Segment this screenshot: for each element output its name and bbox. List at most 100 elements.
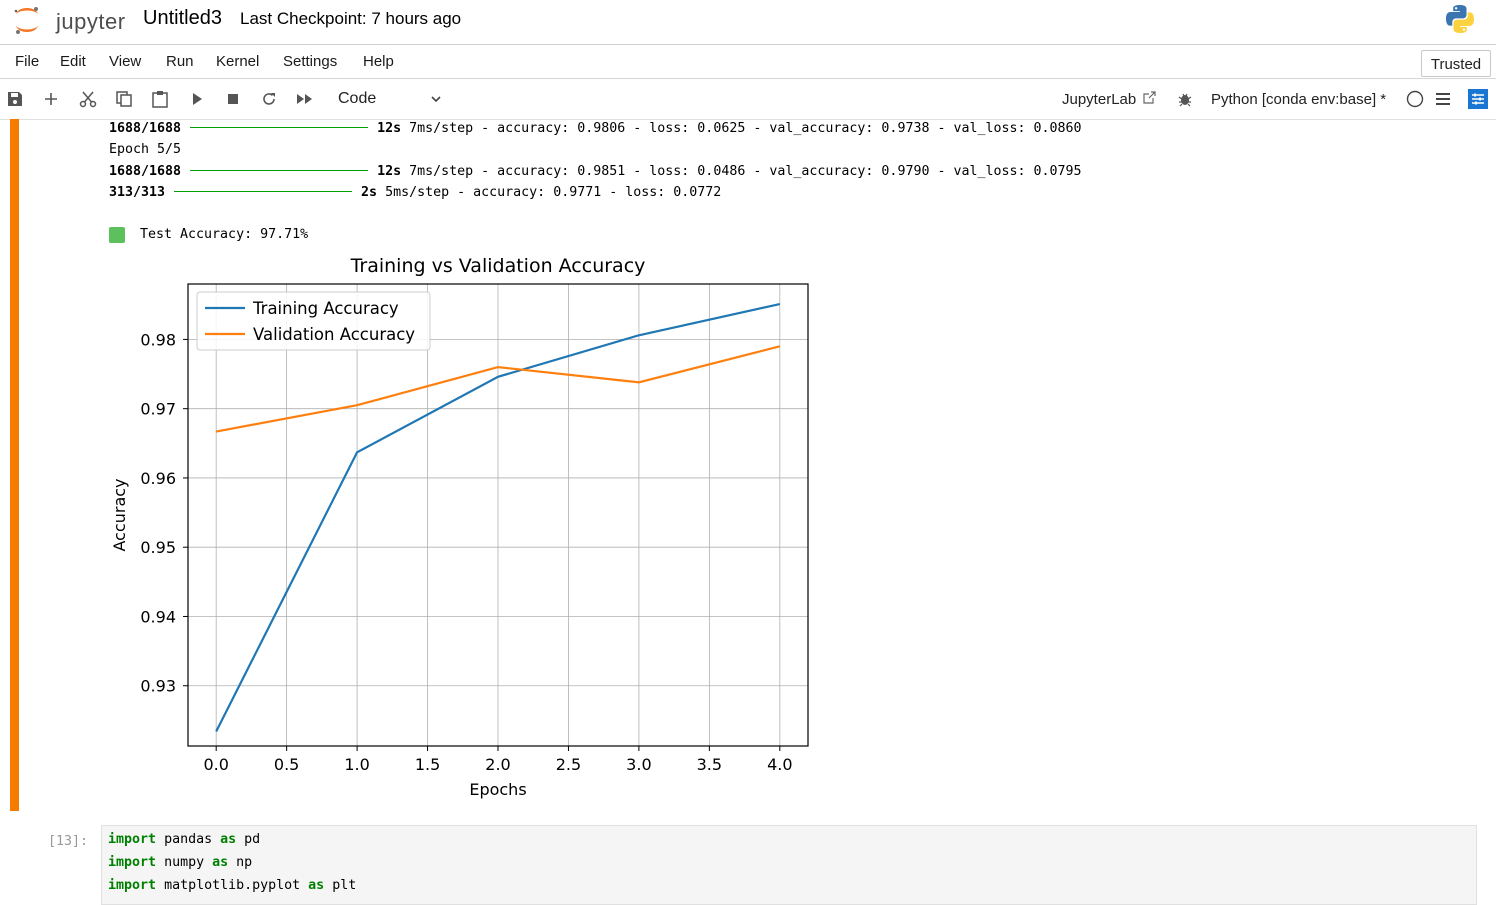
output-line: 313/313 2s 5ms/step - accuracy: 0.9771 - … [109, 183, 721, 203]
jupyter-logo[interactable]: jupyter [12, 5, 132, 35]
x-tick-label: 4.0 [767, 755, 792, 774]
fast-forward-icon [297, 94, 312, 104]
step-count: 313/313 [109, 185, 166, 200]
property-inspector-icon [1468, 89, 1488, 109]
checkpoint-status: Last Checkpoint: 7 hours ago [240, 9, 462, 28]
copy-icon [116, 91, 132, 107]
cell-type-dropdown[interactable]: Code [338, 90, 446, 112]
property-inspector-button[interactable] [1467, 88, 1489, 110]
kernel-name[interactable]: Python [conda env:base] * [1211, 91, 1386, 108]
check-mark-icon [109, 227, 155, 255]
menu-lines-button[interactable] [1432, 88, 1454, 110]
run-button[interactable] [186, 88, 208, 110]
output-line: 1688/1688 12s 7ms/step - accuracy: 0.9806… [109, 119, 1082, 139]
module-name: matplotlib.pyplot [164, 878, 301, 893]
keyword: as [308, 878, 325, 893]
progress-bar [174, 190, 353, 192]
python-logo-icon [1446, 5, 1474, 34]
menu-edit[interactable]: Edit [60, 53, 86, 70]
stop-button[interactable] [222, 88, 244, 110]
x-tick-label: 1.0 [344, 755, 369, 774]
x-tick-label: 2.5 [556, 755, 581, 774]
brand-text: jupyter [56, 9, 126, 34]
y-tick-label: 0.94 [140, 607, 176, 626]
output-line: 1688/1688 12s 7ms/step - accuracy: 0.9851… [109, 162, 1082, 182]
menu-kernel[interactable]: Kernel [216, 53, 259, 70]
jupyter-logo-icon [14, 7, 38, 34]
menu-help[interactable]: Help [363, 53, 394, 70]
metrics-text: 5ms/step - accuracy: 0.9771 - loss: 0.07… [385, 185, 722, 200]
add-cell-button[interactable] [40, 88, 62, 110]
y-tick-label: 0.97 [140, 400, 176, 419]
step-time: 12s [377, 164, 402, 179]
code-cell-input[interactable] [101, 825, 1477, 905]
cell-prompt: [13]: [48, 834, 89, 849]
step-time: 2s [361, 185, 378, 200]
progress-bar [190, 126, 369, 128]
menu-bar: File Edit View Run Kernel Settings Help [0, 45, 1496, 79]
legend-label: Validation Accuracy [253, 325, 415, 344]
y-tick-label: 0.98 [140, 330, 176, 349]
cell-output: 1688/1688 12s 7ms/step - accuracy: 0.9806… [109, 119, 1082, 255]
menu-view[interactable]: View [109, 53, 141, 70]
legend-label: Training Accuracy [252, 299, 399, 318]
restart-button[interactable] [258, 88, 280, 110]
output-line: Epoch 5/5 [109, 142, 182, 157]
debugger-button[interactable] [1174, 88, 1196, 110]
keyword: import [108, 855, 157, 870]
add-cell-icon [45, 93, 57, 105]
alias-name: np [236, 855, 253, 870]
test-accuracy-text: Test Accuracy: 97.71% [140, 227, 309, 242]
menu-file[interactable]: File [15, 53, 39, 70]
keyword: import [108, 832, 157, 847]
stop-icon [228, 94, 238, 104]
step-time: 12s [377, 121, 402, 136]
step-count: 1688/1688 [109, 121, 182, 136]
top-bar: jupyter Untitled3 Last Checkpoint: 7 hou… [0, 0, 1496, 45]
notebook-title[interactable]: Untitled3 [143, 7, 222, 30]
restart-icon [263, 93, 275, 105]
cell-type-value: Code [338, 90, 377, 107]
jupyterlab-link[interactable]: JupyterLab [1062, 91, 1156, 108]
metrics-text: 7ms/step - accuracy: 0.9851 - loss: 0.04… [409, 164, 1082, 179]
menu-run[interactable]: Run [166, 53, 194, 70]
active-cell-indicator[interactable] [10, 119, 19, 811]
keyword: import [108, 878, 157, 893]
accuracy-chart: 0.0 0.5 1.0 1.5 2.0 2.5 3.0 3.5 4.0 0.93 0.94 0.95 0… [110, 255, 809, 799]
y-tick-label: 0.96 [140, 469, 176, 488]
module-name: pandas [164, 832, 213, 847]
kernel-status [1404, 88, 1426, 110]
menu-settings[interactable]: Settings [283, 53, 337, 70]
run-icon [193, 93, 202, 105]
save-button[interactable] [4, 88, 26, 110]
copy-button[interactable] [113, 88, 135, 110]
trusted-button[interactable]: Trusted [1421, 50, 1491, 77]
x-tick-label: 0.0 [203, 755, 228, 774]
step-count: 1688/1688 [109, 164, 182, 179]
metrics-text: 7ms/step - accuracy: 0.9806 - loss: 0.06… [409, 121, 1082, 136]
menu-lines-icon [1436, 93, 1450, 105]
alias-name: plt [332, 878, 357, 893]
x-tick-label: 0.5 [274, 755, 299, 774]
paste-button[interactable] [149, 88, 171, 110]
cut-button[interactable] [77, 88, 99, 110]
x-axis-label: Epochs [469, 780, 526, 799]
keyword: as [212, 855, 229, 870]
module-name: numpy [164, 855, 205, 870]
jupyterlab-label: JupyterLab [1062, 91, 1137, 108]
cut-icon [79, 91, 97, 108]
x-tick-label: 3.0 [626, 755, 651, 774]
keyword: as [220, 832, 237, 847]
code-line: import numpy as np [108, 855, 252, 870]
code-line: import pandas as pd [108, 832, 260, 847]
debugger-bug-icon [1178, 93, 1192, 107]
notebook-toolbar: Code JupyterLab Python [conda env:base] … [0, 79, 1496, 120]
save-icon [8, 92, 22, 106]
restart-run-all-button[interactable] [294, 88, 316, 110]
x-tick-label: 1.5 [415, 755, 440, 774]
y-tick-label: 0.95 [140, 538, 176, 557]
y-axis-label: Accuracy [110, 478, 129, 551]
external-link-icon [1143, 91, 1156, 104]
paste-icon [152, 91, 168, 108]
progress-bar [190, 169, 369, 171]
